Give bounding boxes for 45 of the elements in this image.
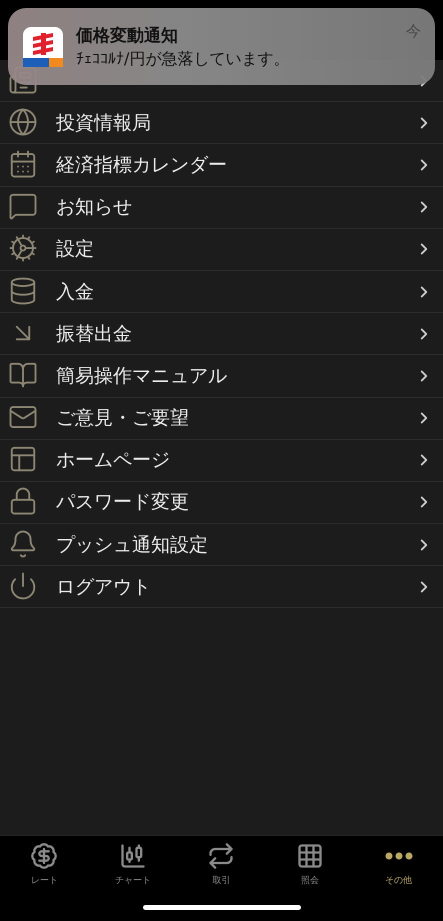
menu-item[interactable]: パスワード変更 (0, 482, 443, 524)
lock-icon (8, 486, 38, 516)
calendar-icon (8, 148, 38, 179)
menu-item-label: お知らせ (56, 195, 133, 220)
menu-item[interactable]: 設定 (0, 228, 443, 271)
notification-title: 価格変動通知 (76, 24, 179, 46)
menu-item[interactable]: ログアウト (0, 566, 443, 608)
grid-icon (296, 842, 324, 870)
menu-item-label: プッシュ通知設定 (56, 532, 209, 558)
globe-icon (8, 106, 38, 137)
menu-item[interactable]: 入金 (0, 270, 443, 314)
menu-item-label: 振替出金 (56, 322, 133, 347)
tab[interactable]: 照会 (266, 842, 354, 887)
menu-item[interactable]: 簡易操作マニュアル (0, 355, 443, 398)
menu-item[interactable]: 振替出金 (0, 313, 443, 356)
menu-item[interactable]: 経済指標カレンダー (0, 144, 443, 187)
bell-icon (8, 528, 38, 559)
menu-item[interactable]: お知らせ (0, 186, 443, 229)
tab[interactable]: チャート (88, 842, 178, 887)
menu-item-label: 投資情報局 (56, 110, 152, 136)
notification-message: ﾁｪｺｺﾙﾅ/円が急落しています。 (76, 48, 290, 70)
menu-item[interactable]: ご意見・ご要望 (0, 398, 443, 440)
menu-item-label: ご意見・ご要望 (56, 406, 190, 432)
more-dots-icon (384, 852, 413, 860)
menu-item-label: 入金 (56, 280, 95, 305)
menu-item[interactable]: ホームページ (0, 440, 443, 482)
menu-item-label: パスワード変更 (56, 490, 190, 516)
coin-stack-icon (8, 276, 38, 306)
tab[interactable]: レート (0, 842, 89, 887)
menu-item-label: 設定 (56, 237, 95, 262)
app-logo-icon (23, 26, 63, 66)
menu-item-label: ログアウト (56, 574, 152, 600)
menu-item[interactable]: プッシュ通知設定 (0, 524, 443, 566)
candlestick-icon (118, 842, 147, 870)
menu-item-label: ホームページ (56, 448, 171, 474)
dollar-icon (30, 842, 58, 870)
menu-item[interactable]: 投資情報局 (0, 102, 443, 144)
tab[interactable]: 取引 (177, 842, 266, 887)
speech-bubble-icon (8, 191, 38, 222)
menu-item-label: 経済指標カレンダー (56, 152, 228, 178)
tab[interactable]: その他 (354, 842, 443, 887)
menu-item-label: 簡易操作マニュアル (56, 364, 228, 389)
settings-icon (8, 233, 38, 264)
swap-arrows-icon (207, 842, 236, 870)
power-icon (8, 570, 38, 601)
